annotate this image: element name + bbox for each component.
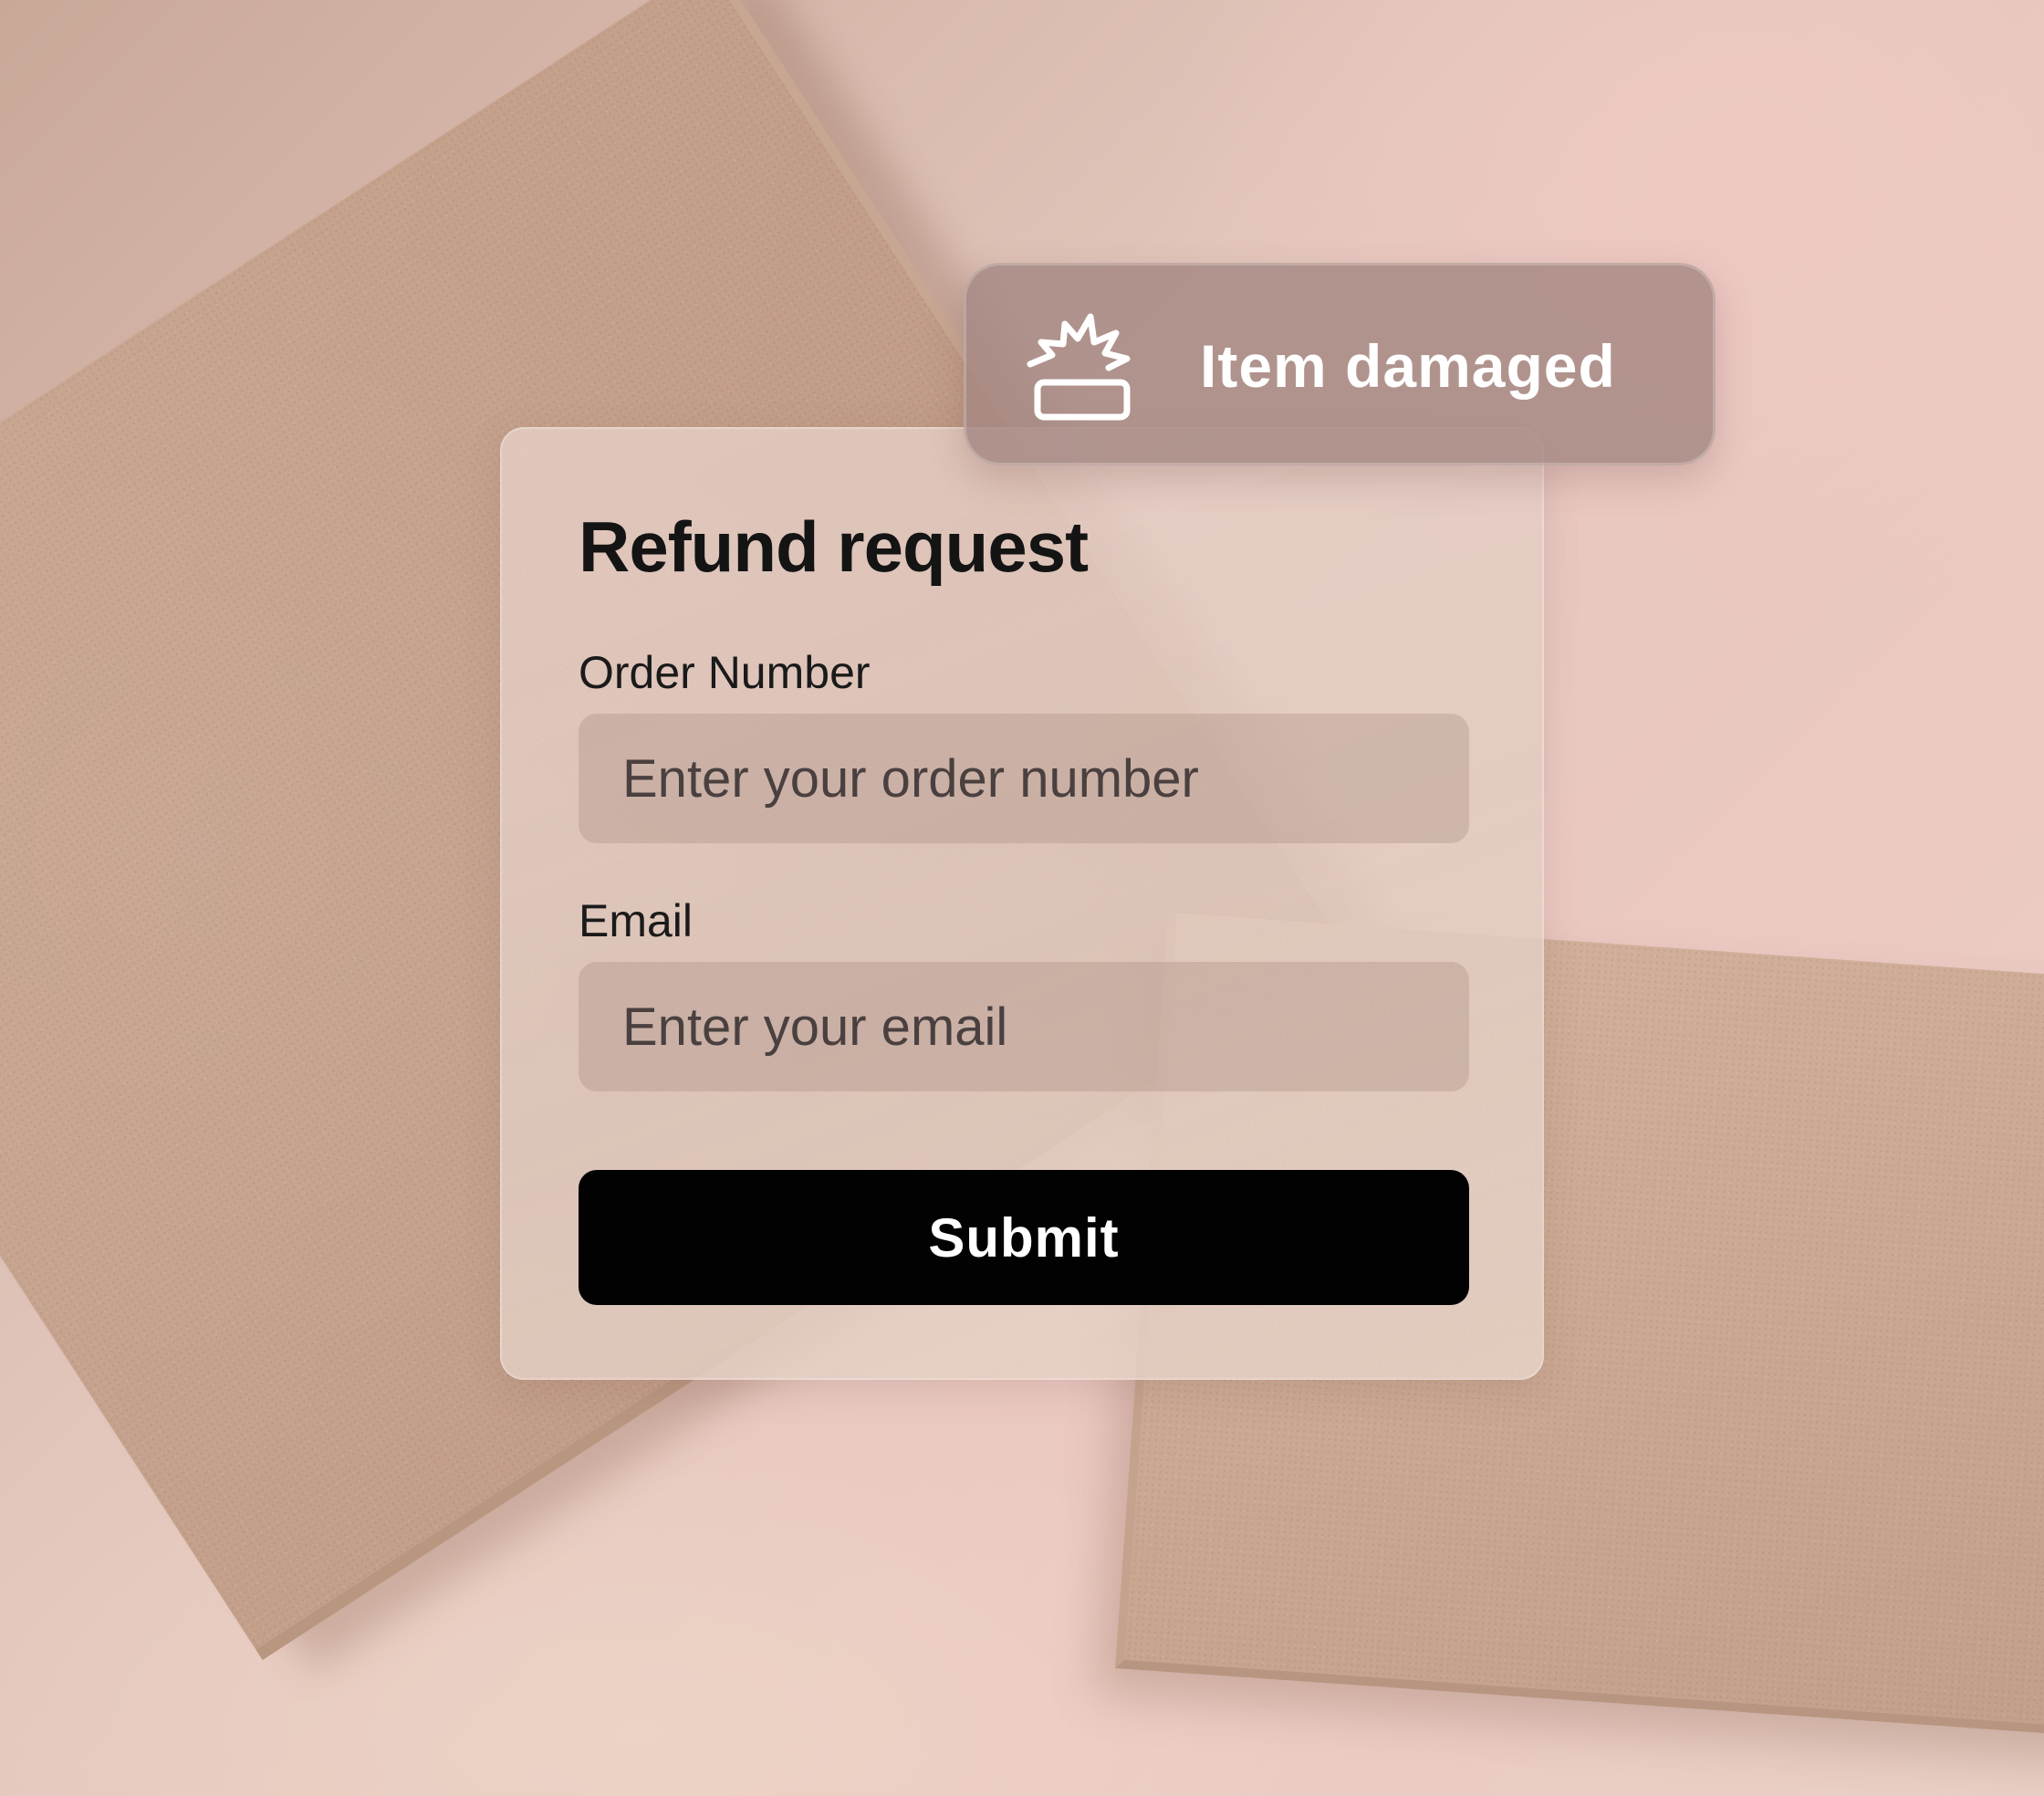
- email-input[interactable]: [579, 962, 1469, 1091]
- order-number-label: Order Number: [579, 647, 871, 698]
- email-label: Email: [579, 895, 694, 946]
- refund-form-card: Refund request Order Number Email Submit: [500, 427, 1544, 1380]
- damaged-box-icon: [1021, 308, 1140, 426]
- submit-button[interactable]: Submit: [579, 1170, 1469, 1305]
- item-damaged-tag[interactable]: Item damaged: [964, 263, 1716, 465]
- form-title: Refund request: [579, 506, 1089, 587]
- tag-label: Item damaged: [1200, 332, 1616, 400]
- order-number-input[interactable]: [579, 714, 1469, 843]
